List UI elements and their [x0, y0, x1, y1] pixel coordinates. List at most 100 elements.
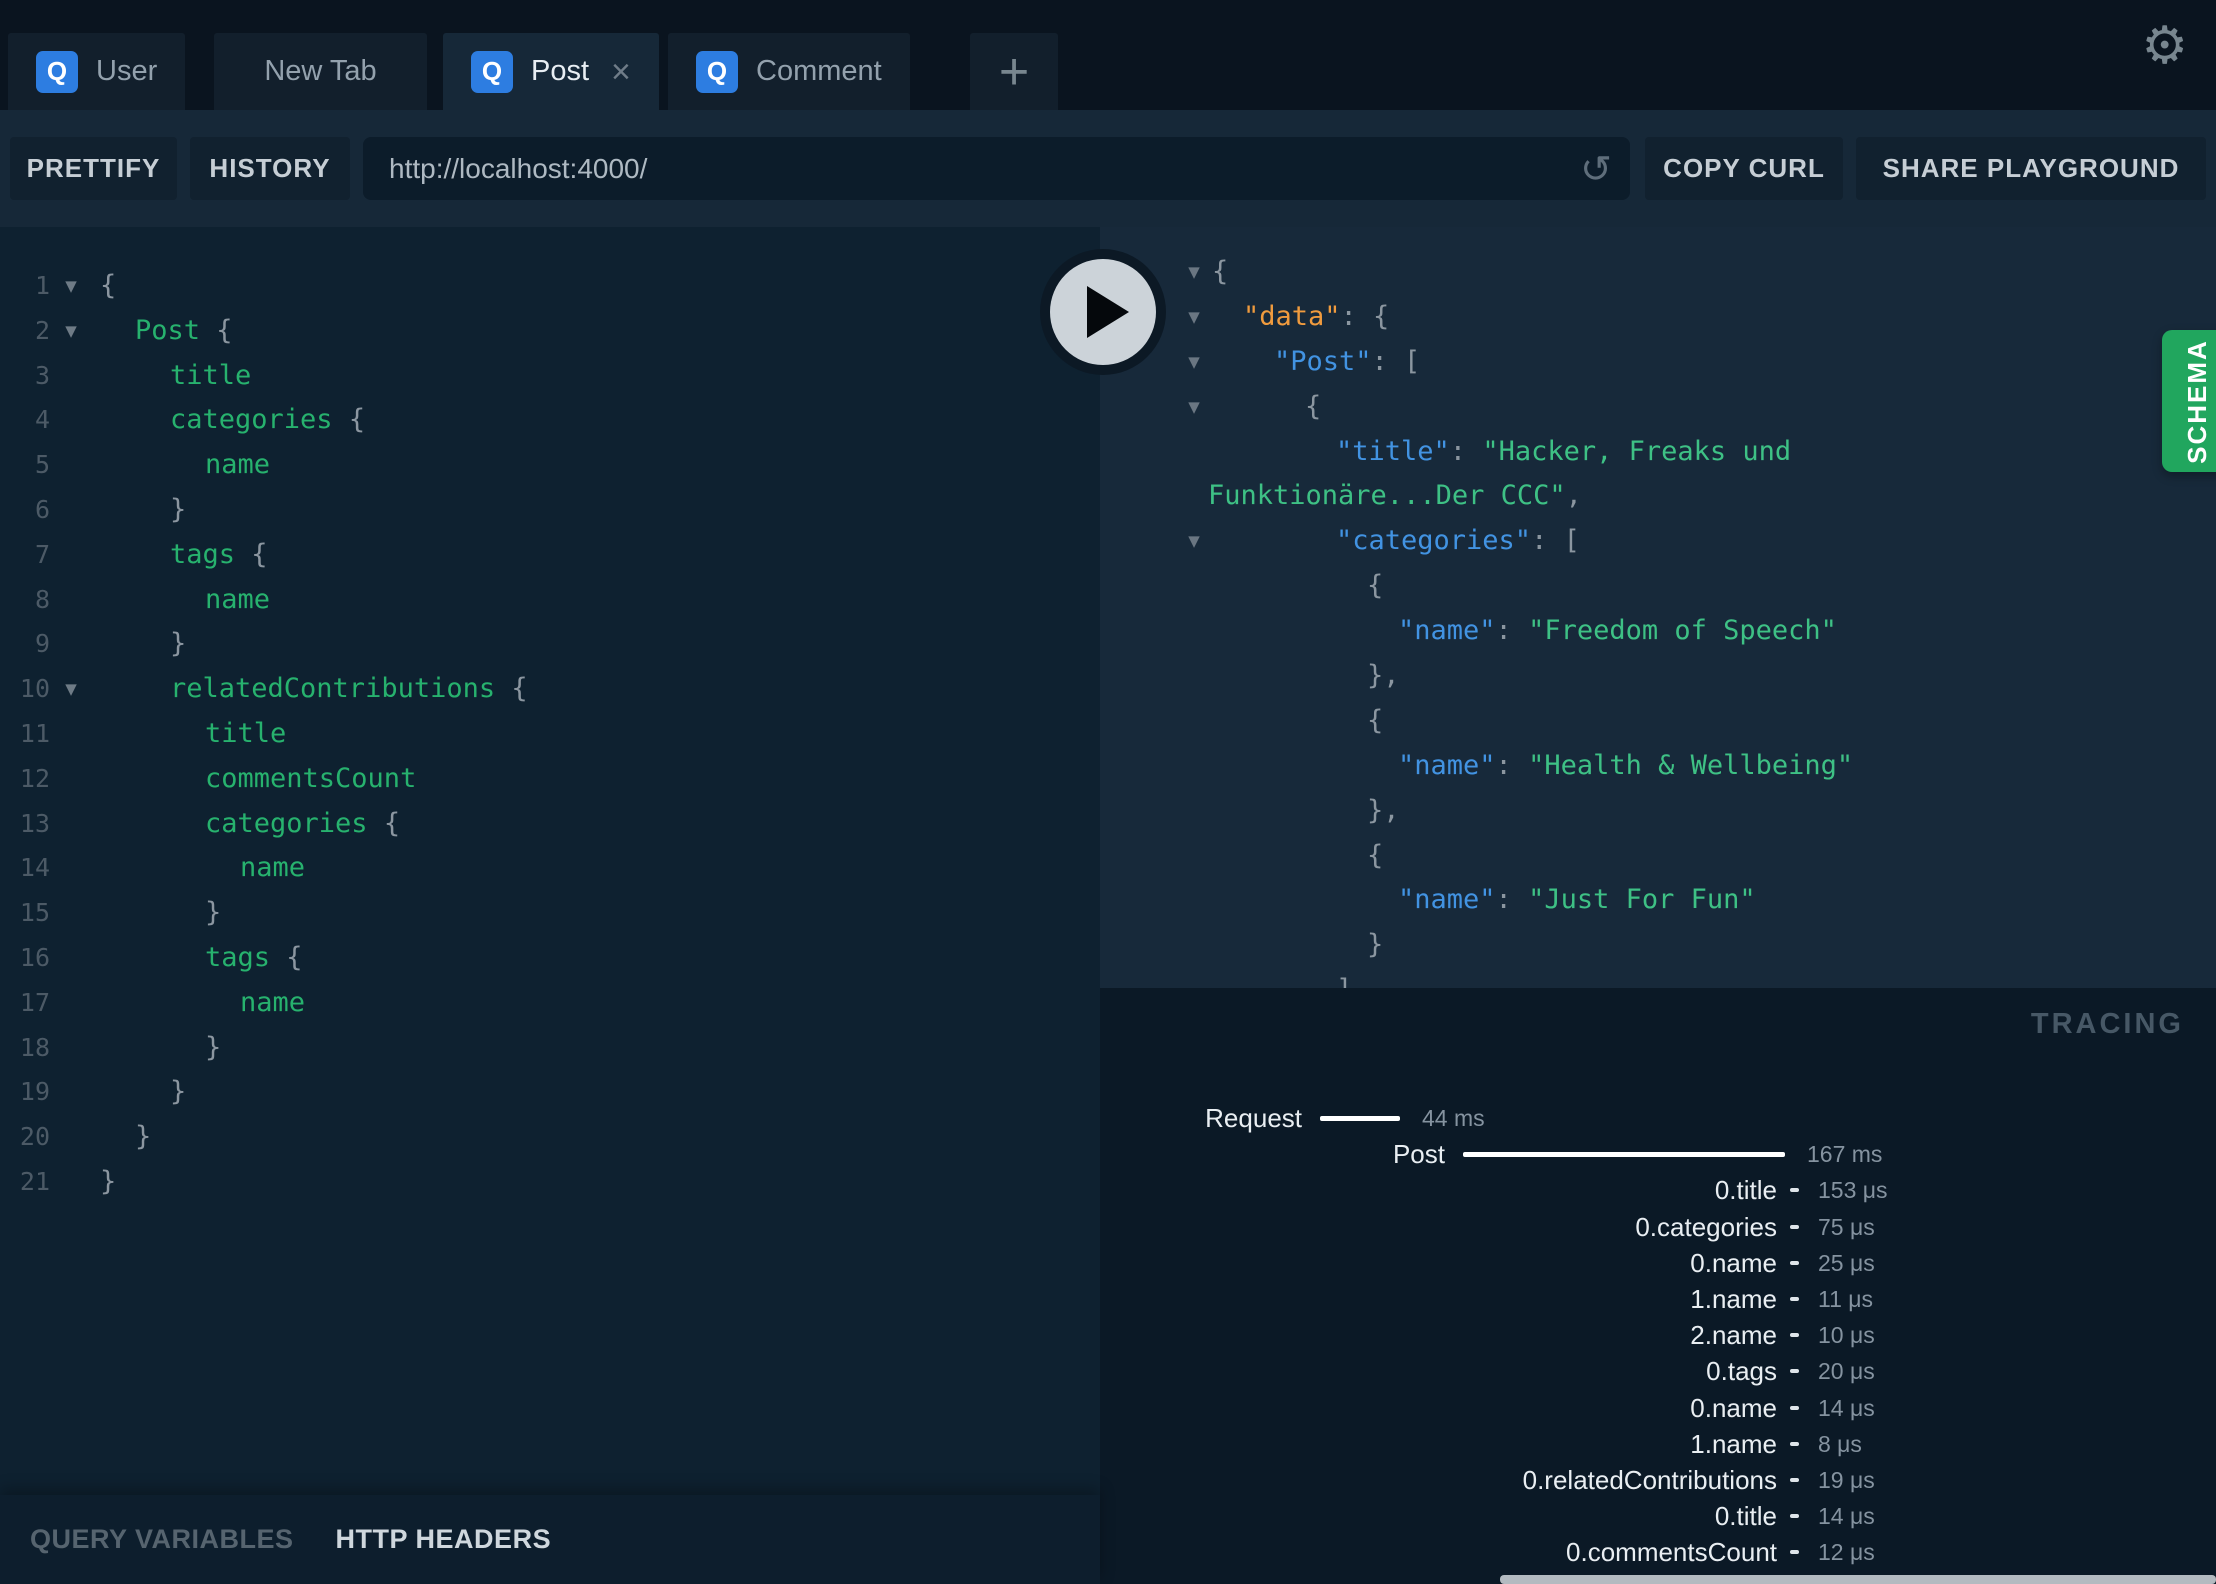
editor-code: title	[205, 717, 287, 749]
response-line: ▼ {	[1100, 385, 2216, 430]
tab-comment[interactable]: Q Comment	[668, 33, 910, 110]
trace-label: 0.relatedContributions	[1522, 1465, 1777, 1495]
fold-arrow-icon[interactable]: ▼	[56, 309, 86, 354]
fold-arrow-icon[interactable]: ▼	[56, 667, 86, 712]
trace-dash	[1790, 1188, 1799, 1192]
editor-line: 16 tags {	[0, 936, 1100, 981]
editor-line: 12 commentsCount	[0, 757, 1100, 802]
response-code: "name": "Freedom of Speech"	[1398, 615, 1837, 647]
editor-code: name	[205, 449, 271, 481]
editor-code: name	[240, 986, 306, 1018]
trace-dash	[1790, 1514, 1799, 1518]
trace-dash	[1790, 1550, 1799, 1554]
editor-code: }	[170, 493, 187, 525]
editor-code: categories {	[170, 404, 366, 436]
prettify-button[interactable]: PRETTIFY	[10, 137, 177, 200]
line-number: 10	[19, 674, 50, 704]
collapse-arrow-icon[interactable]: ▼	[1182, 295, 1206, 340]
toolbar: PRETTIFY HISTORY ↺ COPY CURL SHARE PLAYG…	[0, 110, 2216, 227]
response-line: {	[1100, 699, 2216, 744]
close-tab-icon[interactable]: ×	[611, 55, 631, 89]
plus-icon: +	[998, 42, 1030, 101]
trace-label: 0.categories	[1635, 1212, 1777, 1242]
line-number: 11	[19, 718, 50, 748]
editor-line: 18 }	[0, 1026, 1100, 1071]
tracing-field-row: 1.name 11 μs	[1100, 1281, 2216, 1317]
tracing-field-row: 0.title 153 μs	[1100, 1172, 2216, 1208]
fold-arrow-icon[interactable]: ▼	[56, 264, 86, 309]
response-code: },	[1367, 794, 1400, 826]
query-variables-tab[interactable]: QUERY VARIABLES	[30, 1524, 294, 1555]
tab-label: User	[96, 55, 158, 87]
editor-line: 1 ▼ {	[0, 264, 1100, 309]
tab-label: New Tab	[264, 55, 377, 87]
response-line: "name": "Health & Wellbeing"	[1100, 744, 2216, 789]
line-number: 6	[34, 494, 50, 524]
tracing-field-row: 0.relatedContributions 19 μs	[1100, 1462, 2216, 1498]
query-badge: Q	[36, 50, 78, 93]
endpoint-input[interactable]	[363, 137, 1630, 200]
response-code: ]	[1336, 968, 1352, 988]
trace-label: 0.tags	[1706, 1356, 1777, 1386]
add-tab-button[interactable]: +	[970, 33, 1058, 110]
tab-post[interactable]: Q Post ×	[443, 33, 659, 110]
response-code: {	[1367, 839, 1384, 871]
reload-schema-icon[interactable]: ↺	[1580, 147, 1612, 191]
response-code: "title": "Hacker, Freaks und	[1336, 435, 1792, 467]
collapse-arrow-icon[interactable]: ▼	[1182, 340, 1206, 385]
collapse-arrow-icon[interactable]: ▼	[1182, 519, 1206, 564]
tab-new-tab[interactable]: New Tab	[214, 33, 427, 110]
response-code: "name": "Just For Fun"	[1398, 884, 1756, 916]
line-number: 3	[34, 360, 50, 390]
editor-code: }	[170, 628, 187, 660]
editor-code: name	[240, 852, 306, 884]
http-headers-tab[interactable]: HTTP HEADERS	[336, 1524, 552, 1555]
editor-code: }	[170, 1076, 187, 1108]
settings-gear-icon[interactable]: ⚙	[2141, 16, 2188, 76]
editor-line: 13 categories {	[0, 802, 1100, 847]
schema-side-tab[interactable]: SCHEMA	[2162, 330, 2216, 472]
bottom-bar: QUERY VARIABLES HTTP HEADERS	[0, 1495, 1100, 1584]
trace-label: 1.name	[1690, 1284, 1777, 1314]
editor-line: 7 tags {	[0, 533, 1100, 578]
tracing-scrollbar[interactable]	[1500, 1575, 2216, 1584]
line-number: 8	[34, 584, 50, 614]
tracing-title: TRACING	[2030, 1008, 2184, 1040]
tab-user[interactable]: Q User	[8, 33, 186, 110]
response-line: "title": "Hacker, Freaks und	[1100, 430, 2216, 475]
trace-duration-value: 153 μs	[1818, 1177, 1888, 1203]
tracing-field-row: 1.name 8 μs	[1100, 1426, 2216, 1462]
trace-duration-bar	[1463, 1152, 1785, 1157]
query-editor-lines: 1 ▼ { 2 ▼ Post { 3 title 4 categories { …	[0, 264, 1100, 1205]
trace-dash	[1790, 1333, 1799, 1337]
response-code: "Post": [	[1274, 345, 1421, 377]
editor-line: 21 }	[0, 1160, 1100, 1205]
trace-label: 0.title	[1714, 1501, 1777, 1531]
tracing-bar-row: Post 167 ms	[1100, 1136, 2216, 1172]
editor-line: 8 name	[0, 578, 1100, 623]
editor-code: name	[205, 583, 271, 615]
response-line: ▼ {	[1100, 250, 2216, 295]
trace-duration-value: 25 μs	[1818, 1250, 1875, 1276]
response-code: {	[1212, 256, 1229, 287]
tracing-field-row: 0.name 25 μs	[1100, 1245, 2216, 1281]
query-badge: Q	[471, 50, 513, 93]
query-editor[interactable]: 1 ▼ { 2 ▼ Post { 3 title 4 categories { …	[0, 227, 1100, 1495]
trace-label: 0.name	[1690, 1248, 1777, 1278]
collapse-arrow-icon[interactable]: ▼	[1182, 385, 1206, 430]
copy-curl-button[interactable]: COPY CURL	[1645, 137, 1843, 200]
response-pane: ▼ { ▼ "data": { ▼ "Post": [ ▼ { "title":…	[1100, 227, 2216, 988]
line-number: 14	[19, 853, 50, 883]
collapse-arrow-icon[interactable]: ▼	[1182, 250, 1206, 295]
tracing-field-row: 0.name 14 μs	[1100, 1390, 2216, 1426]
trace-dash	[1790, 1406, 1799, 1410]
trace-duration-value: 14 μs	[1818, 1395, 1875, 1421]
trace-duration-value: 8 μs	[1818, 1431, 1862, 1457]
line-number: 9	[34, 629, 50, 659]
trace-duration-value: 19 μs	[1818, 1467, 1875, 1493]
trace-dash	[1790, 1369, 1799, 1373]
history-button[interactable]: HISTORY	[190, 137, 350, 200]
execute-query-button[interactable]	[1040, 249, 1166, 375]
share-playground-button[interactable]: SHARE PLAYGROUND	[1856, 137, 2206, 200]
response-code: },	[1367, 660, 1400, 692]
